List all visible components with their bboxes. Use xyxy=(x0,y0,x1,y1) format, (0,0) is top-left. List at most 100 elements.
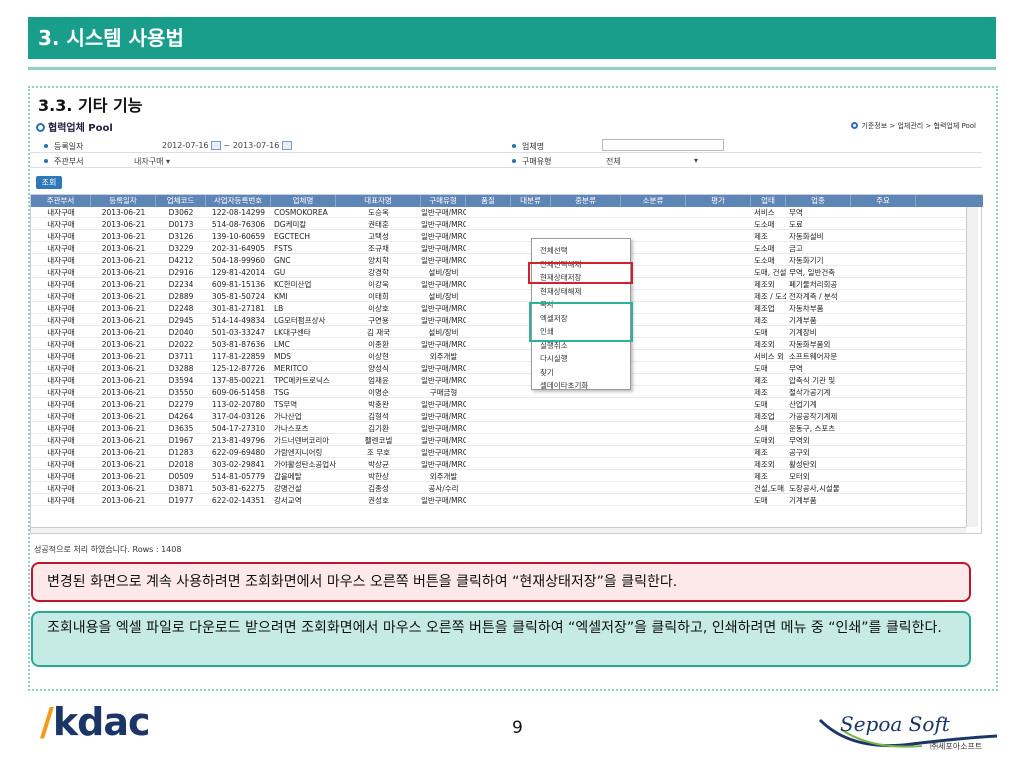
reg-date-label: 등록일자 xyxy=(44,141,83,152)
table-cell: D3594 xyxy=(168,376,194,385)
table-row[interactable]: 내자구매 2013-06-21 D2248 301-81-27181 LB 이상호 일반구매… xyxy=(31,303,966,314)
table-cell: 내자구매 xyxy=(47,400,75,409)
column-header[interactable]: 구매유형 xyxy=(421,195,466,207)
table-cell: D2018 xyxy=(168,460,194,469)
table-cell: 504-18-99960 xyxy=(211,256,266,265)
table-cell: 내자구매 xyxy=(47,244,75,253)
table-row[interactable]: 내자구매 2013-06-21 D1283 622-09-69480 가람엔지니어링 조 … xyxy=(31,447,966,458)
context-menu-item[interactable]: 찾기 xyxy=(540,367,554,378)
data-grid[interactable]: 주관부서 등록일자 업체코드 사업자등록번호 업체명 대표자명 구매유형 품질 대분류 중분류 소분… xyxy=(30,194,983,534)
context-menu-item[interactable]: 현재상태해제 xyxy=(540,286,581,297)
table-cell: EGCTECH xyxy=(274,232,310,241)
table-row[interactable]: 내자구매 2013-06-21 D3635 504-17-27310 가나스포츠 김기환 일… xyxy=(31,423,966,434)
column-header[interactable]: 업체명 xyxy=(271,195,336,207)
column-header[interactable]: 주요 xyxy=(851,195,916,207)
horizontal-scrollbar[interactable] xyxy=(31,527,966,533)
calendar-icon[interactable] xyxy=(211,141,222,150)
dept-select[interactable]: 내자구매 ▾ xyxy=(134,156,170,167)
context-menu-item[interactable]: 셀데이타초기화 xyxy=(540,380,588,391)
table-cell: 2013-06-21 xyxy=(101,460,146,469)
table-cell: 도소매 xyxy=(754,256,775,265)
table-row[interactable]: 내자구매 2013-06-21 D3288 125-12-87726 MERITCO 양성… xyxy=(31,363,966,374)
table-row[interactable]: 내자구매 2013-06-21 D1977 622-02-14351 강서교역 권성호 일반… xyxy=(31,495,966,506)
table-cell: 2013-06-21 xyxy=(101,388,146,397)
table-row[interactable]: 내자구매 2013-06-21 D2234 609-81-15136 KC한미산업 이강욱… xyxy=(31,279,966,290)
table-cell: D4264 xyxy=(168,412,194,421)
search-button[interactable]: 조회 xyxy=(36,176,62,189)
column-header[interactable]: 업종 xyxy=(786,195,851,207)
column-header[interactable]: 소분류 xyxy=(621,195,686,207)
table-row[interactable]: 내자구매 2013-06-21 D2040 501-03-33247 LK대구센타 김 재… xyxy=(31,327,966,338)
column-header[interactable]: 업태 xyxy=(751,195,786,207)
table-cell: D3711 xyxy=(168,352,194,361)
table-cell: 내자구매 xyxy=(47,232,75,241)
table-cell: D1283 xyxy=(168,448,194,457)
column-header[interactable]: 등록일자 xyxy=(91,195,156,207)
column-header[interactable]: 품질 xyxy=(466,195,511,207)
table-cell: 김 재국 xyxy=(366,328,391,337)
table-cell: 내자구매 xyxy=(47,316,75,325)
calendar-icon[interactable] xyxy=(281,141,292,150)
column-header[interactable]: 중분류 xyxy=(551,195,621,207)
table-row[interactable]: 내자구매 2013-06-21 D4212 504-18-99960 GNC 양치학 일반구… xyxy=(31,255,966,266)
breadcrumb: 기준정보 > 업체관리 > 협력업체 Pool xyxy=(851,121,976,131)
table-cell: 305-81-50724 xyxy=(211,292,266,301)
table-row[interactable]: 내자구매 2013-06-21 D3126 139-10-60659 EGCTECH 고택… xyxy=(31,231,966,242)
table-cell: 기계장비 xyxy=(789,328,817,337)
table-cell: 514-08-76306 xyxy=(211,220,266,229)
table-cell: 301-81-27181 xyxy=(211,304,266,313)
table-cell: 권성호 xyxy=(368,496,389,505)
circle-icon xyxy=(36,123,45,132)
highlight-save-state xyxy=(528,262,633,284)
table-row[interactable]: 내자구매 2013-06-21 D3229 202-31-64905 FSTS 조규채 일반… xyxy=(31,243,966,254)
table-cell: 내자구매 xyxy=(47,268,75,277)
date-from-input[interactable]: 2012-07-16 xyxy=(162,141,209,150)
table-row[interactable]: 내자구매 2013-06-21 D3062 122-08-14299 COSMOKORE… xyxy=(31,207,966,218)
table-cell: 일반구매/MRO xyxy=(421,460,466,469)
table-row[interactable]: 내자구매 2013-06-21 D4264 317-04-03126 가나산업 김형석 일반… xyxy=(31,411,966,422)
table-row[interactable]: 내자구매 2013-06-21 D2889 305-81-50724 KMI 이태희 설비/… xyxy=(31,291,966,302)
table-cell: GNC xyxy=(274,256,291,265)
table-cell: DG케미칼 xyxy=(274,220,307,229)
column-header[interactable]: 사업자등록번호 xyxy=(206,195,271,207)
date-to-input[interactable]: 2013-07-16 xyxy=(233,141,280,150)
table-row[interactable]: 내자구매 2013-06-21 D2945 514-14-49834 LG모터펌프상사 구… xyxy=(31,315,966,326)
column-header[interactable]: 대분류 xyxy=(511,195,551,207)
table-cell: 113-02-20780 xyxy=(211,400,266,409)
column-header[interactable]: 대표자명 xyxy=(336,195,421,207)
purchase-type-select[interactable]: 전체 ▾ xyxy=(606,156,706,167)
app-title-text: 협력업체 Pool xyxy=(48,123,113,134)
table-cell: 도매, 건설 xyxy=(754,268,786,277)
column-header[interactable]: 주관부서 xyxy=(31,195,91,207)
table-row[interactable]: 내자구매 2013-06-21 D3550 609-06-51458 TSG 이명순 구매금… xyxy=(31,387,966,398)
table-row[interactable]: 내자구매 2013-06-21 D2916 129-81-42014 GU 강경학 설비/장… xyxy=(31,267,966,278)
table-cell: 제조업 xyxy=(754,412,775,421)
table-row[interactable]: 내자구매 2013-06-21 D2022 503-81-87636 LMC 이종환 일반구… xyxy=(31,339,966,350)
table-row[interactable]: 내자구매 2013-06-21 D0173 514-08-76306 DG케미칼 권태훈 일… xyxy=(31,219,966,230)
table-row[interactable]: 내자구매 2013-06-21 D3871 503-81-62275 강명건설 김종성 공사… xyxy=(31,483,966,494)
column-header[interactable]: 업체코드 xyxy=(156,195,206,207)
context-menu-item[interactable]: 전체선택 xyxy=(540,245,568,256)
company-input[interactable] xyxy=(602,139,724,151)
table-cell: 갑을메탈 xyxy=(274,472,302,481)
column-header[interactable]: 평가 xyxy=(686,195,751,207)
table-row[interactable]: 내자구매 2013-06-21 D2279 113-02-20780 TS무역 박충완 일반… xyxy=(31,399,966,410)
table-cell: 622-02-14351 xyxy=(211,496,266,505)
table-cell: 조 무호 xyxy=(366,448,391,457)
table-cell: 내자구매 xyxy=(47,292,75,301)
vertical-scrollbar[interactable] xyxy=(966,207,978,527)
table-cell: 139-10-60659 xyxy=(211,232,266,241)
table-cell: 무역 xyxy=(789,208,803,217)
table-row[interactable]: 내자구매 2013-06-21 D3711 117-81-22859 MDS 이상현 외주개… xyxy=(31,351,966,362)
table-row[interactable]: 내자구매 2013-06-21 D3594 137-85-00221 TPC메카트로닉스… xyxy=(31,375,966,386)
table-cell: 소프트웨어자문 xyxy=(789,352,838,361)
table-row[interactable]: 내자구매 2013-06-21 D0509 514-81-05779 갑을메탈 박한상 외주… xyxy=(31,471,966,482)
table-row[interactable]: 내자구매 2013-06-21 D2018 303-02-29841 가야활성탄소공업사… xyxy=(31,459,966,470)
table-cell: 외주개발 xyxy=(429,472,458,481)
table-cell: 활성탄외 xyxy=(789,460,817,469)
table-row[interactable]: 내자구매 2013-06-21 D1967 213-81-49796 가드너덴버코리아 펠… xyxy=(31,435,966,446)
context-menu-item[interactable]: 다시실행 xyxy=(540,353,568,364)
table-cell: 일반구매/MRO xyxy=(421,316,466,325)
table-cell: 2013-06-21 xyxy=(101,484,146,493)
table-cell: D2248 xyxy=(168,304,194,313)
